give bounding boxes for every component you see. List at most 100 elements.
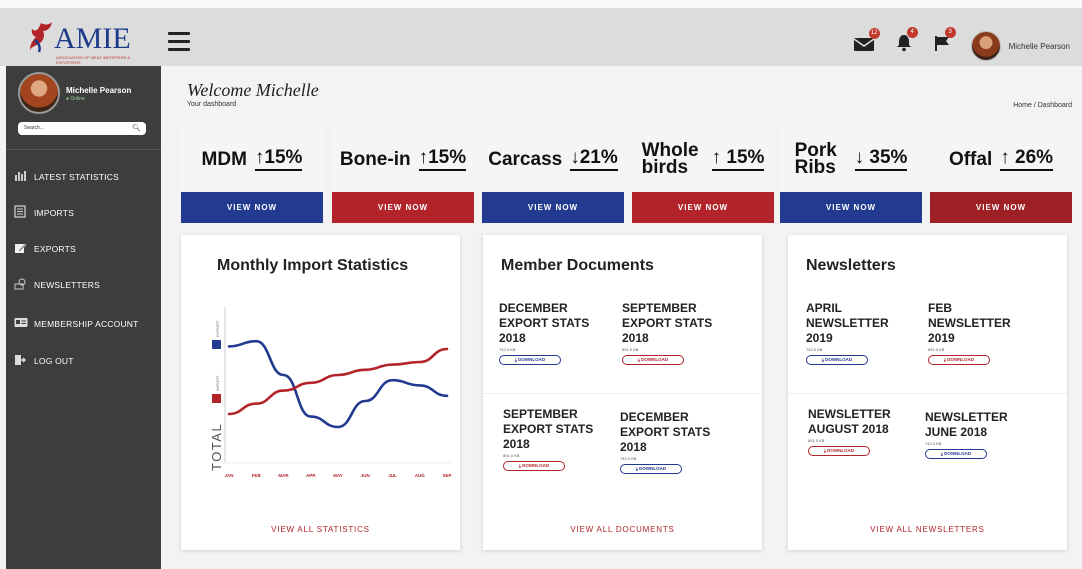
logo-subtitle: ASSOCIATION OF MEAT IMPORTERS & EXPORTER… (56, 55, 131, 65)
bell-icon[interactable]: 4 (895, 27, 918, 58)
view-all-newsletters-link[interactable]: VIEW ALL NEWSLETTERS (788, 525, 1067, 534)
stat-label: Bone-in (339, 148, 411, 170)
edit-icon (14, 242, 28, 257)
divider (483, 393, 762, 394)
stat-label: Offal (948, 148, 993, 170)
sidebar: Michelle Pearson ● Online Search... 🔍︎ L… (6, 66, 161, 569)
document-item: SEPTEMBER EXPORT STATS 2018 891.0 KB ⤓ D… (622, 301, 742, 365)
newsletters-title: Newsletters (806, 257, 896, 274)
legend-marker-export (212, 340, 221, 349)
document-title: DECEMBER EXPORT STATS 2018 (620, 410, 711, 454)
stat-tile-offal: Offal ↑ 26% VIEW NOW (930, 126, 1072, 223)
view-now-button[interactable]: VIEW NOW (482, 192, 624, 223)
stat-value: ↑ 26% (1000, 147, 1054, 171)
view-now-button[interactable]: VIEW NOW (930, 192, 1072, 223)
legend-marker-import (212, 394, 221, 403)
download-button[interactable]: ⤓ DOWNLOAD (925, 449, 987, 459)
view-now-button[interactable]: VIEW NOW (181, 192, 323, 223)
x-tick-label: MAY (333, 473, 343, 478)
logo-bird-icon (30, 22, 52, 53)
view-now-button[interactable]: VIEW NOW (632, 192, 774, 223)
breadcrumb[interactable]: Home / Dashboard (1013, 102, 1072, 109)
document-size: 742.0 KB (620, 456, 637, 461)
stat-tile-bone-in: Bone-in ↑15% VIEW NOW (332, 126, 474, 223)
newsletter-title: APRIL NEWSLETTER 2019 (806, 301, 889, 345)
download-button[interactable]: ⤓ DOWNLOAD (928, 355, 990, 365)
view-now-button[interactable]: VIEW NOW (332, 192, 474, 223)
sidebar-item-label: EXPORTS (34, 244, 76, 254)
x-tick-label: JUN (361, 473, 370, 478)
mail-icon[interactable]: 12 (853, 27, 880, 58)
newsletter-size: 891.0 KB (808, 438, 825, 443)
sidebar-search-input[interactable]: Search... 🔍︎ (18, 122, 146, 135)
logout-icon (14, 354, 28, 369)
top-bar: AMIE ASSOCIATION OF MEAT IMPORTERS & EXP… (0, 0, 1082, 66)
search-placeholder: Search... (24, 125, 45, 131)
x-tick-label: JUL (388, 473, 397, 478)
stat-value: ↑ 15% (711, 147, 765, 171)
document-title: SEPTEMBER EXPORT STATS 2018 (622, 301, 713, 345)
view-all-documents-link[interactable]: VIEW ALL DOCUMENTS (483, 525, 762, 534)
newsletter-size: 742.0 KB (806, 347, 823, 352)
download-button[interactable]: ⤓ DOWNLOAD (499, 355, 561, 365)
download-button[interactable]: ⤓ DOWNLOAD (620, 464, 682, 474)
y-axis-label: TOTAL (209, 423, 224, 471)
divider (788, 393, 1067, 394)
legend-label-import: IMPORT (215, 375, 220, 391)
stat-label: Whole birds (641, 140, 699, 178)
sidebar-item-label: LATEST STATISTICS (34, 172, 119, 182)
sidebar-user-panel: Michelle Pearson ● Online Search... 🔍︎ (6, 66, 161, 150)
x-tick-label: AUG (415, 473, 425, 478)
legend-label-export: EXPORT (215, 320, 220, 337)
sidebar-item-exports[interactable]: EXPORTS (14, 241, 76, 257)
sidebar-item-imports[interactable]: IMPORTS (14, 205, 74, 221)
newsletter-title: NEWSLETTER AUGUST 2018 (808, 407, 891, 436)
sidebar-item-membership-account[interactable]: MEMBERSHIP ACCOUNT (14, 316, 139, 332)
newsletter-item: NEWSLETTER AUGUST 2018 891.0 KB ⤓ DOWNLO… (808, 407, 903, 456)
sidebar-item-newsletters[interactable]: NEWSLETTERS (14, 277, 100, 293)
document-size: 742.0 KB (499, 347, 516, 352)
sidebar-user-name: Michelle Pearson (66, 86, 132, 95)
sidebar-item-latest-statistics[interactable]: LATEST STATISTICS (14, 169, 119, 185)
chart-title: Monthly Import Statistics (217, 257, 409, 274)
amie-logo[interactable]: AMIE ASSOCIATION OF MEAT IMPORTERS & EXP… (26, 18, 136, 66)
search-icon[interactable]: 🔍︎ (132, 122, 141, 135)
sidebar-item-log-out[interactable]: LOG OUT (14, 353, 74, 369)
newsletter-item: FEB NEWSLETTER 2019 891.0 KB ⤓ DOWNLOAD (928, 301, 1023, 365)
download-button[interactable]: ⤓ DOWNLOAD (808, 446, 870, 456)
newsletter-item: NEWSLETTER JUNE 2018 742.0 KB ⤓ DOWNLOAD (925, 410, 1020, 459)
top-user-name[interactable]: Michelle Pearson (1009, 42, 1070, 51)
online-status: ● Online (66, 96, 85, 102)
sidebar-avatar (18, 72, 60, 114)
x-tick-label: APR (306, 473, 316, 478)
download-button[interactable]: ⤓ DOWNLOAD (503, 461, 565, 471)
x-tick-label: SEP (442, 473, 451, 478)
x-tick-label: MAR (278, 473, 289, 478)
series-line-export (227, 339, 449, 429)
stat-value: ↓ 35% (854, 147, 908, 171)
download-button[interactable]: ⤓ DOWNLOAD (622, 355, 684, 365)
menu-toggle-icon[interactable] (168, 32, 190, 51)
document-item: DECEMBER EXPORT STATS 2018 742.0 KB ⤓ DO… (620, 410, 740, 474)
flag-icon[interactable]: 3 (933, 27, 956, 58)
stat-value: ↑15% (418, 147, 467, 171)
line-chart: TOTAL EXPORT IMPORT JAN FEB MAR APR MAY JUN JUL AU… (209, 307, 452, 478)
document-item: DECEMBER EXPORT STATS 2018 742.0 KB ⤓ DO… (499, 301, 619, 365)
view-all-statistics-link[interactable]: VIEW ALL STATISTICS (181, 525, 460, 534)
document-item: SEPTEMBER EXPORT STATS 2018 891.0 KB ⤓ D… (503, 407, 623, 471)
monthly-import-statistics-card: Monthly Import Statistics TOTAL EXPORT IMP… (181, 235, 460, 550)
document-title: DECEMBER EXPORT STATS 2018 (499, 301, 590, 345)
page-title: Welcome Michelle (187, 80, 319, 100)
newsletter-item: APRIL NEWSLETTER 2019 742.0 KB ⤓ DOWNLOA… (806, 301, 901, 365)
document-title: SEPTEMBER EXPORT STATS 2018 (503, 407, 594, 451)
top-avatar[interactable] (970, 31, 1001, 61)
logo-text: AMIE (54, 22, 131, 55)
stat-tile-carcass: Carcass ↓21% VIEW NOW (482, 126, 624, 223)
stat-tile-pork-ribs: Pork Ribs ↓ 35% VIEW NOW (780, 126, 922, 223)
view-now-button[interactable]: VIEW NOW (780, 192, 922, 223)
page-subtitle: Your dashboard (187, 101, 237, 108)
member-documents-card: Member Documents DECEMBER EXPORT STATS 2… (483, 235, 762, 550)
sidebar-item-label: LOG OUT (34, 356, 74, 366)
download-button[interactable]: ⤓ DOWNLOAD (806, 355, 868, 365)
sidebar-item-label: MEMBERSHIP ACCOUNT (34, 319, 139, 329)
